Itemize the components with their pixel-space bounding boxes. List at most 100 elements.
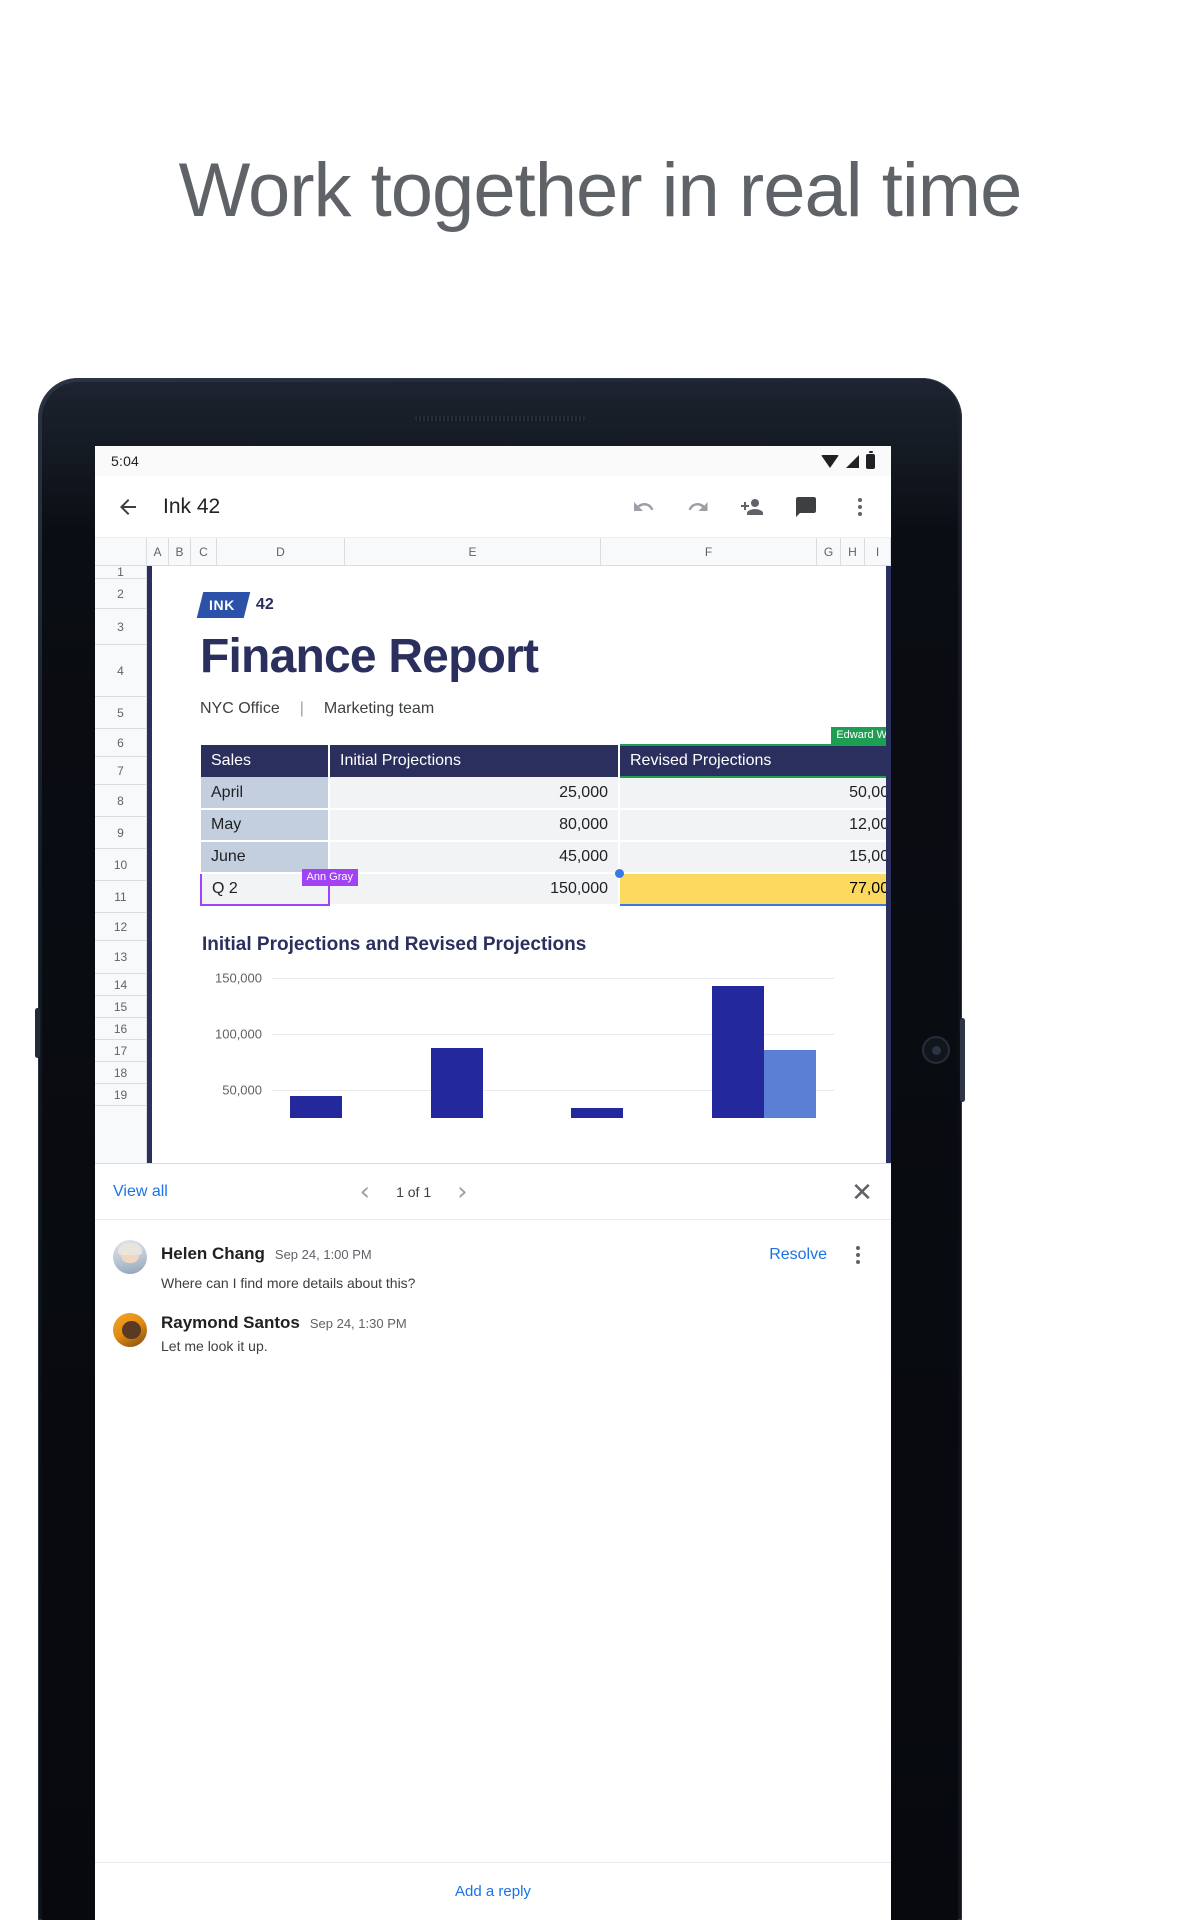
cell-month-may[interactable]: May: [201, 809, 330, 843]
camera-icon: [924, 1038, 948, 1062]
collaborator-badge-ann: Ann Gray: [301, 868, 358, 887]
row-header-13[interactable]: 13: [95, 941, 146, 974]
bar-initial-june[interactable]: [571, 1108, 624, 1119]
cell-initial-june[interactable]: 45,000: [329, 841, 620, 875]
row-header-15[interactable]: 15: [95, 996, 146, 1018]
cell-initial-april[interactable]: 25,000: [329, 777, 620, 811]
select-all-corner[interactable]: [95, 538, 147, 565]
row-header-3[interactable]: 3: [95, 609, 146, 645]
subtitle-divider: |: [299, 700, 304, 718]
chevron-left-icon[interactable]: ‹: [360, 1179, 370, 1205]
column-header-D[interactable]: D: [217, 538, 345, 565]
table-row: April 25,000 50,000: [201, 777, 886, 811]
cell-revised-april[interactable]: 50,000: [619, 777, 886, 811]
cell-revised-june[interactable]: 15,000: [619, 841, 886, 875]
avatar: [113, 1313, 147, 1347]
document-title[interactable]: Ink 42: [163, 495, 220, 519]
bar-group-april: [272, 1074, 413, 1119]
cell-month-june-label: June: [211, 848, 246, 866]
ink-logo-icon: INK: [196, 592, 251, 618]
table-row: May 80,000 12,000: [201, 809, 886, 843]
row-header-17[interactable]: 17: [95, 1040, 146, 1062]
comment-author: Helen Chang: [161, 1244, 265, 1263]
undo-icon[interactable]: [629, 492, 659, 522]
row-header-11[interactable]: 11: [95, 881, 146, 913]
column-header-H[interactable]: H: [841, 538, 865, 565]
y-tick-150000: 150,000: [215, 970, 262, 986]
cell-month-april[interactable]: April: [201, 777, 330, 811]
column-header-revised[interactable]: Revised Projections Edward Wang: [618, 727, 886, 779]
comment-meta: Raymond Santos Sep 24, 1:30 PM: [161, 1313, 873, 1333]
projections-bar-chart[interactable]: 150,000 100,000 50,000: [200, 970, 834, 1119]
cell-month-june[interactable]: June Ann Gray: [201, 841, 358, 887]
column-header-G[interactable]: G: [817, 538, 841, 565]
column-header-initial[interactable]: Initial Projections: [329, 745, 620, 778]
comment-text: Let me look it up.: [161, 1338, 268, 1354]
toolbar-actions: [629, 492, 875, 522]
bar-initial-april[interactable]: [290, 1096, 343, 1119]
power-button[interactable]: [960, 1018, 965, 1102]
column-header-C[interactable]: C: [191, 538, 217, 565]
back-arrow-icon[interactable]: [111, 490, 145, 524]
office-label: NYC Office: [200, 700, 280, 718]
row-header-14[interactable]: 14: [95, 974, 146, 996]
row-header-16[interactable]: 16: [95, 1018, 146, 1040]
more-vertical-icon[interactable]: [845, 492, 875, 522]
battery-icon: [866, 450, 875, 469]
comment-author: Raymond Santos: [161, 1313, 300, 1332]
y-tick-100000: 100,000: [215, 1026, 262, 1042]
view-all-button[interactable]: View all: [113, 1183, 168, 1201]
row-header-7[interactable]: 7: [95, 757, 146, 785]
row-header-6[interactable]: 6: [95, 729, 146, 757]
row-header-10[interactable]: 10: [95, 849, 146, 881]
row-header-9[interactable]: 9: [95, 817, 146, 849]
row-header-5[interactable]: 5: [95, 697, 146, 729]
selection-handle-topleft[interactable]: [615, 869, 624, 879]
comments-panel: View all ‹ 1 of 1 › ✕ Helen Chang Sep 24…: [95, 1163, 891, 1920]
comment-icon[interactable]: [791, 492, 821, 522]
hero-section: Work together in real time: [0, 0, 1200, 380]
comment-meta: Helen Chang Sep 24, 1:00 PM Resolve: [161, 1240, 873, 1270]
bar-initial-q2[interactable]: [711, 986, 764, 1119]
column-header-A[interactable]: A: [147, 538, 169, 565]
cell-initial-may[interactable]: 80,000: [329, 809, 620, 843]
row-header-8[interactable]: 8: [95, 785, 146, 817]
collaborator-badge-edward: Edward Wang: [831, 727, 886, 746]
row-header-1[interactable]: 1: [95, 566, 146, 579]
brand-mark-text: INK: [209, 597, 235, 613]
more-vertical-icon[interactable]: [843, 1240, 873, 1270]
resolve-button[interactable]: Resolve: [769, 1246, 827, 1264]
row-header-12[interactable]: 12: [95, 913, 146, 941]
status-system-icons: [821, 450, 875, 469]
pager-label: 1 of 1: [396, 1183, 432, 1200]
close-icon[interactable]: ✕: [851, 1179, 873, 1205]
comment-pager: ‹ 1 of 1 ›: [360, 1179, 468, 1205]
column-header-E[interactable]: E: [345, 538, 601, 565]
row-header-18[interactable]: 18: [95, 1062, 146, 1084]
add-reply-button[interactable]: Add a reply: [95, 1862, 891, 1920]
chevron-right-icon[interactable]: ›: [457, 1179, 467, 1205]
volume-button[interactable]: [35, 1008, 40, 1058]
comment-body: Raymond Santos Sep 24, 1:30 PM Let me lo…: [161, 1313, 873, 1354]
redo-icon[interactable]: [683, 492, 713, 522]
report-title: Finance Report: [200, 630, 539, 683]
row-header-19[interactable]: 19: [95, 1084, 146, 1106]
comment-timestamp: Sep 24, 1:00 PM: [274, 1247, 372, 1262]
status-time: 5:04: [111, 453, 140, 469]
bar-initial-may[interactable]: [430, 1048, 483, 1119]
tablet-screen: 5:04 Ink 42 A B C D E F G H I 1 2 3 4 5 …: [95, 446, 891, 1920]
bar-revised-q2[interactable]: [763, 1050, 816, 1119]
comment-body: Helen Chang Sep 24, 1:00 PM Resolve Wher…: [161, 1240, 873, 1291]
add-person-icon[interactable]: [737, 492, 767, 522]
cell-revised-q2-selected[interactable]: 77,000: [615, 869, 890, 907]
column-header-B[interactable]: B: [169, 538, 191, 565]
column-header-I[interactable]: I: [865, 538, 891, 565]
cell-initial-q2[interactable]: 150,000: [329, 873, 620, 907]
cell-revised-may[interactable]: 12,000: [619, 809, 886, 843]
column-header-F[interactable]: F: [601, 538, 817, 565]
column-header-sales[interactable]: Sales: [201, 745, 330, 778]
row-header-4[interactable]: 4: [95, 645, 146, 697]
wifi-icon: [821, 454, 839, 468]
cell-revised-q2-value: 77,000: [849, 880, 890, 898]
row-header-2[interactable]: 2: [95, 579, 146, 609]
